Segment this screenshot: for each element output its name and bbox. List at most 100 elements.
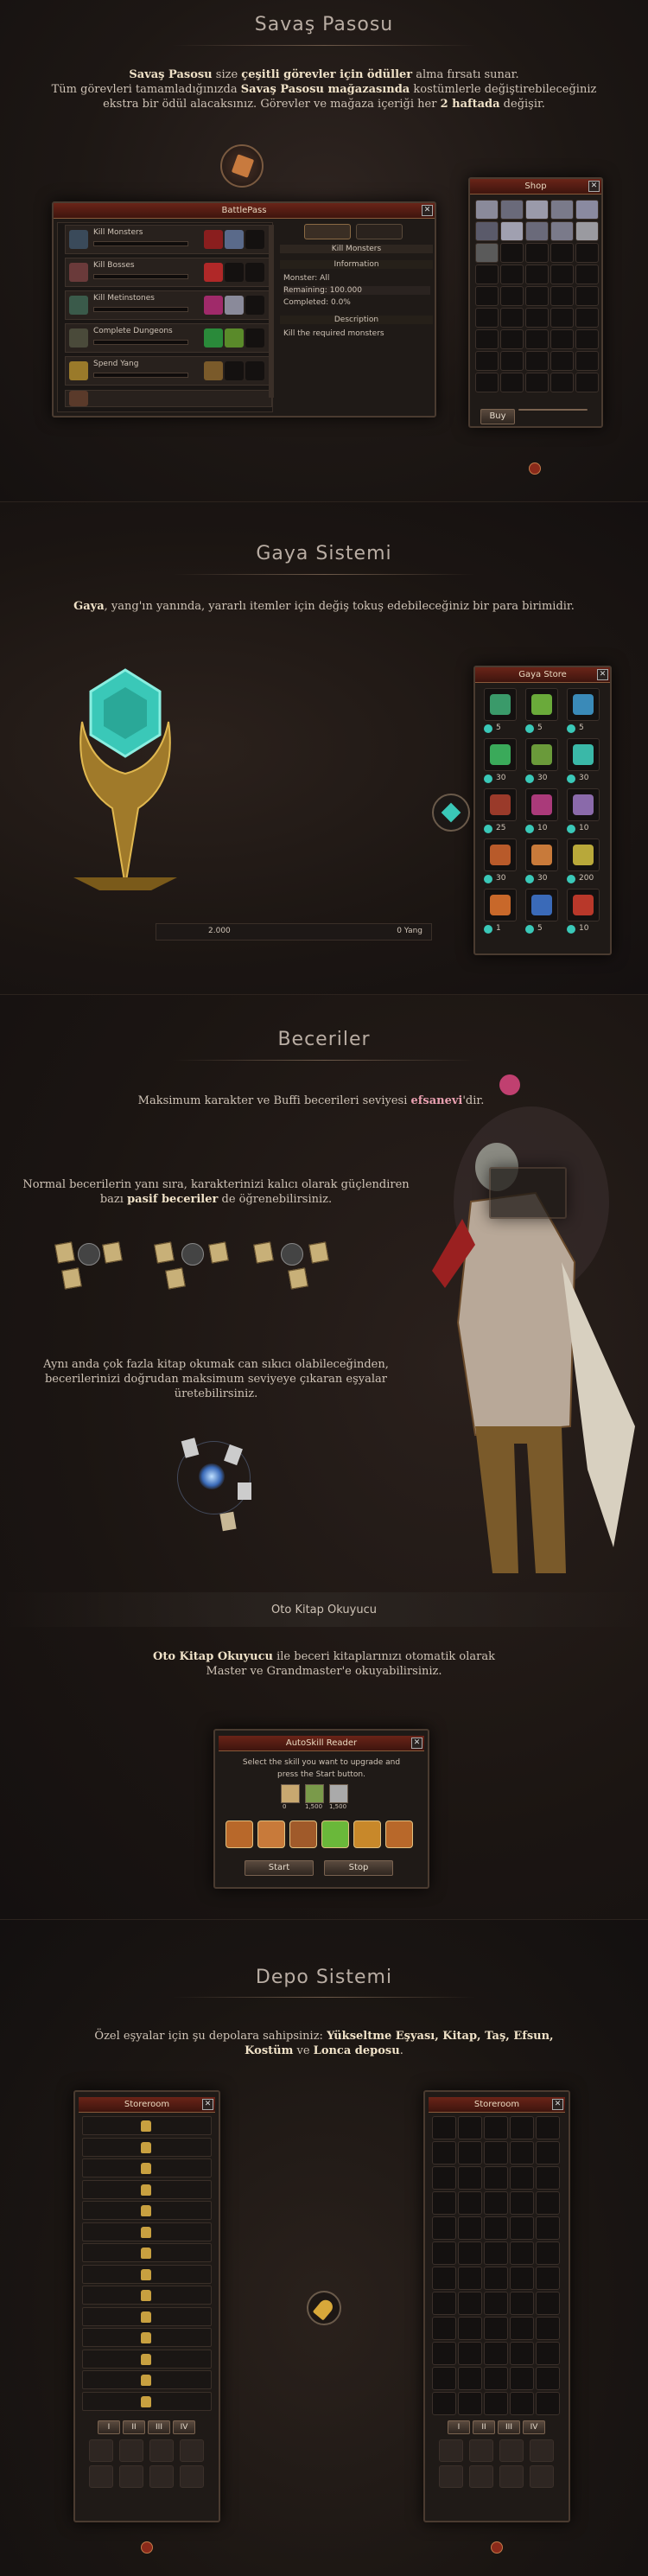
gaya-item-icon[interactable] (567, 838, 600, 871)
storage-slot[interactable] (510, 2166, 534, 2190)
storage-slot[interactable] (536, 2367, 560, 2390)
category-button[interactable] (180, 2465, 204, 2488)
close-icon[interactable]: ✕ (588, 181, 600, 192)
shop-slot[interactable] (575, 243, 599, 263)
gaya-item-icon[interactable] (567, 788, 600, 821)
weapon-item-icon[interactable] (550, 200, 574, 220)
shop-slot[interactable] (500, 329, 524, 349)
weapon-item-icon[interactable] (575, 221, 599, 241)
weapon-item-icon[interactable] (475, 221, 499, 241)
storage-slot[interactable] (458, 2241, 482, 2265)
storage-slot[interactable] (484, 2292, 508, 2315)
weapon-item-icon[interactable] (575, 200, 599, 220)
task-row[interactable]: Spend Yang (65, 356, 272, 386)
close-icon[interactable]: ✕ (597, 669, 608, 680)
skill-select-icon[interactable] (257, 1820, 285, 1848)
locked-row[interactable] (82, 2179, 212, 2199)
shop-slot[interactable] (575, 286, 599, 306)
shop-slot[interactable] (475, 351, 499, 371)
weapon-item-icon[interactable] (500, 221, 524, 241)
close-icon[interactable]: ✕ (552, 2099, 563, 2110)
category-button[interactable] (469, 2439, 493, 2462)
storage-slot[interactable] (432, 2317, 456, 2340)
close-icon[interactable]: ✕ (202, 2099, 213, 2110)
weapon-item-icon[interactable] (475, 200, 499, 220)
page-tab[interactable]: III (148, 2420, 170, 2434)
storage-slot[interactable] (458, 2267, 482, 2290)
gaya-item-icon[interactable] (484, 788, 517, 821)
weapon-item-icon[interactable] (475, 243, 499, 263)
storage-slot[interactable] (432, 2241, 456, 2265)
page-tab[interactable]: IV (173, 2420, 195, 2434)
storage-slot[interactable] (432, 2342, 456, 2365)
gaya-item-icon[interactable] (525, 688, 558, 721)
close-icon[interactable]: ✕ (422, 205, 433, 216)
gaya-item-icon[interactable] (484, 688, 517, 721)
task-row[interactable]: Kill Monsters (65, 225, 272, 254)
shop-slot[interactable] (550, 329, 574, 349)
locked-row[interactable] (82, 2306, 212, 2326)
shop-slot[interactable] (475, 373, 499, 392)
storage-slot[interactable] (536, 2141, 560, 2165)
storage-slot[interactable] (510, 2191, 534, 2215)
storage-slot[interactable] (484, 2342, 508, 2365)
shop-slot[interactable] (525, 265, 549, 284)
task-row[interactable] (65, 390, 272, 407)
category-button[interactable] (89, 2465, 113, 2488)
storage-slot[interactable] (536, 2166, 560, 2190)
shop-slot[interactable] (475, 265, 499, 284)
gaya-item-icon[interactable] (567, 889, 600, 921)
shop-slot[interactable] (525, 308, 549, 328)
storage-slot[interactable] (536, 2116, 560, 2139)
storage-slot[interactable] (458, 2216, 482, 2240)
shop-slot[interactable] (500, 351, 524, 371)
storage-slot[interactable] (510, 2367, 534, 2390)
storage-slot[interactable] (510, 2392, 534, 2415)
shop-slot[interactable] (575, 265, 599, 284)
category-button[interactable] (149, 2465, 174, 2488)
gaya-item-icon[interactable] (525, 838, 558, 871)
storage-slot[interactable] (432, 2166, 456, 2190)
category-button[interactable] (149, 2439, 174, 2462)
locked-row[interactable] (82, 2158, 212, 2177)
storage-slot[interactable] (432, 2292, 456, 2315)
storage-slot[interactable] (458, 2116, 482, 2139)
shop-slot[interactable] (525, 329, 549, 349)
storage-slot[interactable] (536, 2216, 560, 2240)
stop-button[interactable]: Stop (324, 1860, 393, 1876)
storage-slot[interactable] (458, 2392, 482, 2415)
skill-select-icon[interactable] (385, 1820, 413, 1848)
skill-select-icon[interactable] (226, 1820, 253, 1848)
page-tab[interactable]: I (448, 2420, 470, 2434)
locked-row[interactable] (82, 2264, 212, 2284)
storage-slot[interactable] (484, 2166, 508, 2190)
storage-slot[interactable] (510, 2267, 534, 2290)
weapon-item-icon[interactable] (550, 221, 574, 241)
shop-slot[interactable] (550, 265, 574, 284)
storage-slot[interactable] (484, 2241, 508, 2265)
shop-slot[interactable] (500, 286, 524, 306)
gaya-item-icon[interactable] (525, 889, 558, 921)
shop-slot[interactable] (525, 243, 549, 263)
storage-slot[interactable] (510, 2342, 534, 2365)
storage-slot[interactable] (536, 2392, 560, 2415)
shop-slot[interactable] (525, 351, 549, 371)
storage-slot[interactable] (536, 2191, 560, 2215)
storage-slot[interactable] (536, 2317, 560, 2340)
storage-slot[interactable] (510, 2317, 534, 2340)
storage-slot[interactable] (458, 2191, 482, 2215)
skill-select-icon[interactable] (353, 1820, 381, 1848)
shop-slot[interactable] (550, 373, 574, 392)
skill-select-icon[interactable] (321, 1820, 349, 1848)
page-tab[interactable]: II (473, 2420, 495, 2434)
storage-slot[interactable] (510, 2116, 534, 2139)
storage-slot[interactable] (510, 2292, 534, 2315)
locked-row[interactable] (82, 2391, 212, 2411)
storage-slot[interactable] (432, 2191, 456, 2215)
storage-slot[interactable] (484, 2367, 508, 2390)
storage-slot[interactable] (510, 2141, 534, 2165)
locked-row[interactable] (82, 2137, 212, 2157)
storage-slot[interactable] (484, 2392, 508, 2415)
gaya-item-icon[interactable] (484, 738, 517, 771)
locked-row[interactable] (82, 2286, 212, 2305)
